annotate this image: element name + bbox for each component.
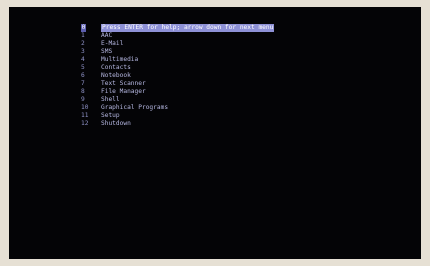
menu-item-label: SMS: [101, 48, 113, 55]
menu-item-graphical-programs[interactable]: 10 Graphical Programs: [81, 104, 411, 112]
menu-item-number: 2: [81, 40, 85, 47]
menu-item-label: Shutdown: [101, 120, 131, 127]
monitor-frame: 0 Press ENTER for help; arrow down for n…: [0, 0, 430, 266]
menu-item-label: Contacts: [101, 64, 131, 71]
menu-item-label: Shell: [101, 96, 120, 103]
help-instruction-text: Press ENTER for help; arrow down for nex…: [101, 24, 275, 32]
main-menu: 0 Press ENTER for help; arrow down for n…: [81, 24, 411, 128]
menu-item-number: 4: [81, 56, 85, 63]
menu-item-file-manager[interactable]: 8 File Manager: [81, 88, 411, 96]
menu-item-sms[interactable]: 3 SMS: [81, 48, 411, 56]
menu-item-shutdown[interactable]: 12 Shutdown: [81, 120, 411, 128]
menu-item-number: 6: [81, 72, 85, 79]
menu-item-label: Setup: [101, 112, 120, 119]
menu-item-email[interactable]: 2 E-Mail: [81, 40, 411, 48]
menu-item-number: 1: [81, 32, 85, 39]
menu-header-row[interactable]: 0 Press ENTER for help; arrow down for n…: [81, 24, 411, 32]
menu-item-multimedia[interactable]: 4 Multimedia: [81, 56, 411, 64]
menu-item-number: 5: [81, 64, 85, 71]
menu-item-label: E-Mail: [101, 40, 124, 47]
menu-item-text-scanner[interactable]: 7 Text Scanner: [81, 80, 411, 88]
menu-item-number: 0: [81, 24, 86, 32]
menu-item-number: 3: [81, 48, 85, 55]
menu-item-number: 10: [81, 104, 89, 111]
menu-item-number: 7: [81, 80, 85, 87]
menu-item-setup[interactable]: 11 Setup: [81, 112, 411, 120]
menu-item-number: 12: [81, 120, 89, 127]
menu-item-number: 8: [81, 88, 85, 95]
menu-item-number: 11: [81, 112, 89, 119]
menu-item-notebook[interactable]: 6 Notebook: [81, 72, 411, 80]
menu-item-aac[interactable]: 1 AAC: [81, 32, 411, 40]
terminal-screen: 0 Press ENTER for help; arrow down for n…: [9, 7, 421, 259]
menu-item-label: Notebook: [101, 72, 131, 79]
menu-item-label: AAC: [101, 32, 113, 39]
menu-item-label: File Manager: [101, 88, 146, 95]
menu-item-shell[interactable]: 9 Shell: [81, 96, 411, 104]
menu-item-label: Text Scanner: [101, 80, 146, 87]
menu-item-number: 9: [81, 96, 85, 103]
menu-item-contacts[interactable]: 5 Contacts: [81, 64, 411, 72]
menu-item-label: Multimedia: [101, 56, 139, 63]
menu-item-label: Graphical Programs: [101, 104, 169, 111]
